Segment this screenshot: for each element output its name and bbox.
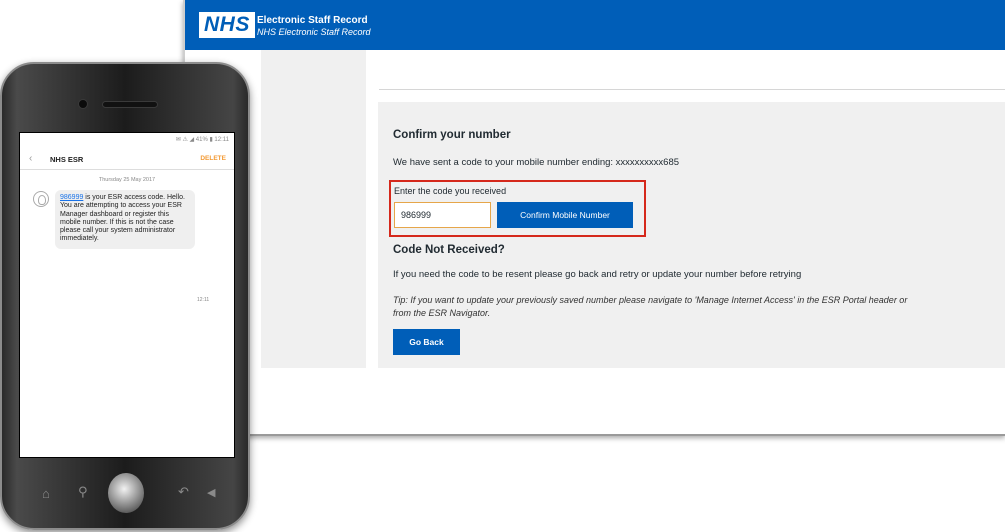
sms-timestamp: 12:11: [197, 297, 210, 303]
code-not-received-heading: Code Not Received?: [393, 244, 505, 256]
back-icon[interactable]: ↶: [178, 484, 189, 500]
divider: [379, 89, 1005, 90]
confirm-number-heading: Confirm your number: [393, 129, 511, 141]
sms-message-text: is your ESR access code. Hello. You are …: [60, 194, 185, 243]
nhs-logo[interactable]: NHS: [199, 12, 255, 38]
home-button[interactable]: [108, 473, 144, 513]
code-sent-message: We have sent a code to your mobile numbe…: [393, 157, 680, 168]
go-back-button[interactable]: Go Back: [393, 329, 460, 355]
delete-button[interactable]: DELETE: [200, 155, 226, 162]
code-entry-highlight: Enter the code you received Confirm Mobi…: [389, 180, 646, 237]
phone-screen: ✉ ⚠ ◢ 41% ▮ 12:11 ‹ NHS ESR DELETE Thurs…: [19, 132, 235, 458]
resend-instructions: If you need the code to be resent please…: [393, 269, 802, 280]
esr-title: Electronic Staff Record: [257, 15, 368, 26]
phone-nav-bar: ⌂ ⚲ ↶ ◀: [2, 469, 248, 519]
sms-contact-name: NHS ESR: [50, 155, 84, 164]
sms-code-link[interactable]: 986999: [60, 194, 83, 201]
sms-date: Thursday 25 May 2017: [98, 177, 156, 183]
back-arrow-icon[interactable]: ‹: [29, 153, 32, 164]
esr-subtitle: NHS Electronic Staff Record: [257, 27, 371, 37]
volume-icon[interactable]: ◀: [207, 486, 215, 499]
smartphone: ✉ ⚠ ◢ 41% ▮ 12:11 ‹ NHS ESR DELETE Thurs…: [0, 62, 250, 530]
browser-window: NHS Electronic Staff Record NHS Electron…: [183, 0, 1005, 436]
nhs-header-bar: NHS Electronic Staff Record NHS Electron…: [185, 0, 1005, 50]
contact-avatar-icon: [33, 191, 49, 207]
sms-conversation-header: ‹ NHS ESR DELETE: [20, 150, 234, 170]
code-input[interactable]: [394, 202, 491, 228]
screenshot-stage: NHS Electronic Staff Record NHS Electron…: [0, 0, 1005, 532]
confirm-mobile-number-button[interactable]: Confirm Mobile Number: [497, 202, 633, 228]
front-camera: [78, 99, 88, 109]
sms-message-bubble: 986999 is your ESR access code. Hello. Y…: [55, 190, 195, 249]
left-sidebar-panel: [261, 50, 366, 368]
home-icon[interactable]: ⌂: [42, 486, 50, 501]
status-bar: ✉ ⚠ ◢ 41% ▮ 12:11: [175, 137, 229, 143]
code-input-label: Enter the code you received: [394, 186, 507, 196]
search-icon[interactable]: ⚲: [78, 484, 88, 500]
confirm-number-panel: Confirm your number We have sent a code …: [378, 102, 1005, 368]
earpiece-speaker: [102, 101, 158, 108]
tip-text: Tip: If you want to update your previous…: [393, 295, 908, 318]
